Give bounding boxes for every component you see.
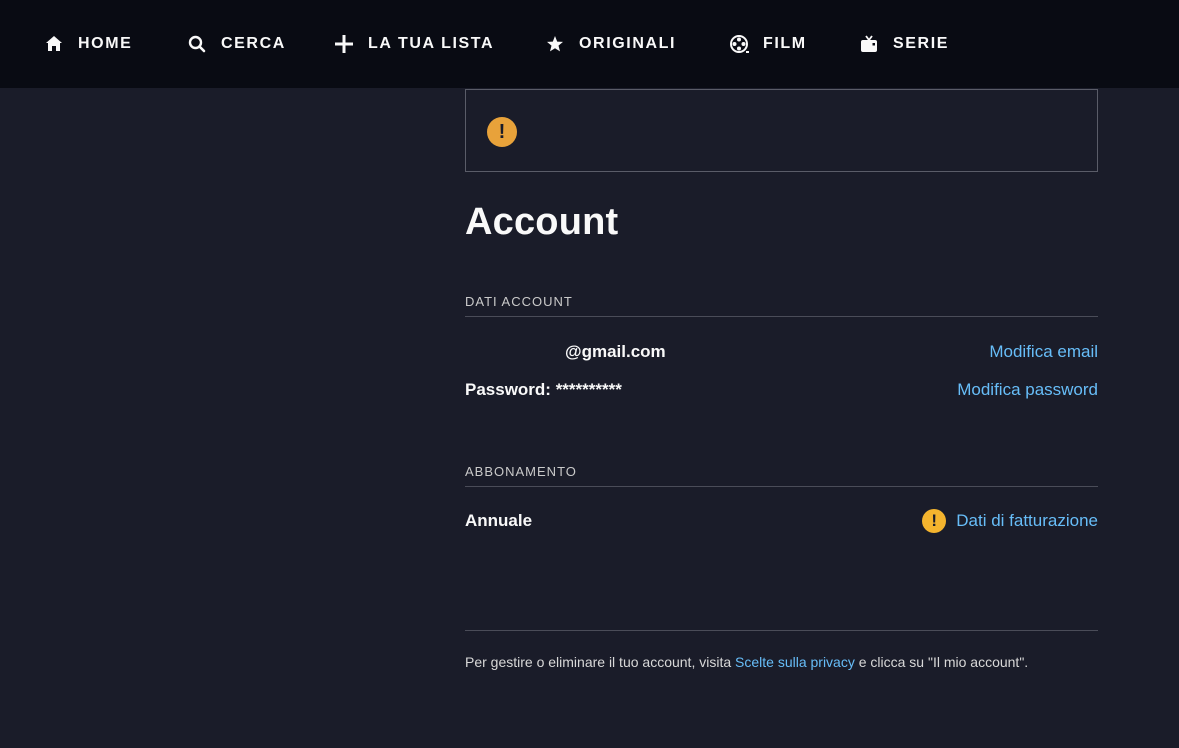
nav-home-label: HOME [78,35,133,52]
subscription-plan: Annuale [465,511,533,530]
nav-home[interactable]: HOME [44,0,132,88]
nav-series[interactable]: SERIE [859,0,949,88]
nav-watchlist-label: LA TUA LISTA [368,35,495,52]
plus-icon [334,34,354,54]
footer-note: Per gestire o eliminare il tuo account, … [465,654,1028,670]
footer-divider [465,630,1098,631]
nav-search[interactable]: CERCA [187,0,286,88]
footer-text-after: e clicca su "Il mio account". [854,654,1029,670]
edit-email-link[interactable]: Modifica email [989,342,1098,362]
home-icon [44,34,64,54]
page-title: Account [465,201,619,243]
nav-originals[interactable]: ORIGINALI [545,0,676,88]
search-icon [187,34,207,54]
nav-watchlist[interactable]: LA TUA LISTA [334,0,494,88]
nav-originals-label: ORIGINALI [579,35,677,52]
footer-text-before: Per gestire o eliminare il tuo account, … [465,654,736,670]
nav-movies-label: FILM [763,35,807,52]
star-icon [545,34,565,54]
account-email: @gmail.com [565,342,666,361]
top-navbar: HOME CERCA LA TUA LISTA ORIGINALI FILM S… [0,0,1179,88]
nav-series-label: SERIE [893,35,950,52]
account-password: Password: ********** [465,380,622,399]
film-reel-icon [729,34,749,54]
account-section-header: DATI ACCOUNT [465,294,1098,317]
billing-link[interactable]: Dati di fatturazione [956,511,1098,531]
alert-banner: ! [465,89,1098,172]
edit-password-link[interactable]: Modifica password [957,380,1098,400]
warning-icon: ! [487,117,517,147]
privacy-choices-link[interactable]: Scelte sulla privacy [735,654,855,670]
tv-icon [859,34,879,54]
nav-movies[interactable]: FILM [729,0,807,88]
nav-search-label: CERCA [221,35,286,52]
billing-info[interactable]: ! Dati di fatturazione [922,509,1098,533]
warning-icon: ! [922,509,947,533]
subscription-section-header: ABBONAMENTO [465,464,1098,487]
